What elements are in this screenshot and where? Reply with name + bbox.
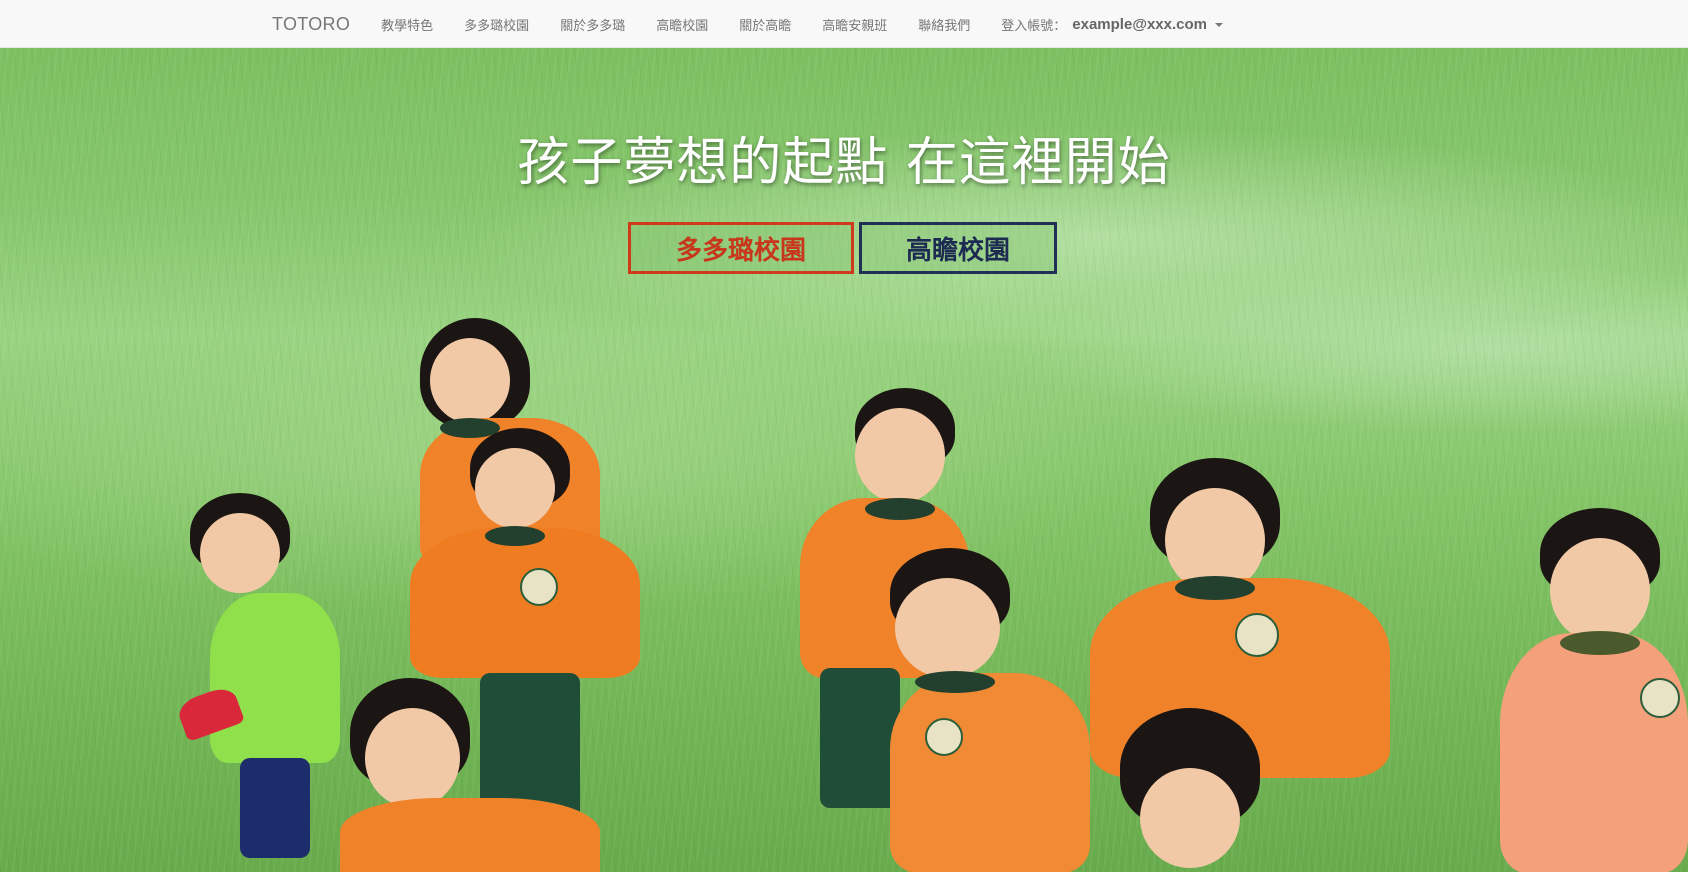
nav-item-about-gaozhan[interactable]: 關於高瞻 <box>739 15 791 34</box>
child-figure <box>1110 708 1310 872</box>
hero-banner: 孩子夢想的起點 在這裡開始 多多璐校園 高瞻校園 <box>0 48 1688 872</box>
account-label: 登入帳號： <box>1001 18 1067 34</box>
child-figure <box>1490 508 1688 872</box>
nav-item-gaozhan-afterschool[interactable]: 高瞻安親班 <box>822 15 887 34</box>
account-email: example@xxx.com <box>1072 15 1207 33</box>
gaozhan-campus-button[interactable]: 高瞻校園 <box>859 222 1057 274</box>
caret-down-icon <box>1214 23 1223 27</box>
navbar-inner: TOTORO 教學特色 多多璐校園 關於多多璐 高瞻校園 關於高瞻 高瞻安親班 … <box>272 0 1223 48</box>
child-figure <box>320 678 620 872</box>
top-navbar: TOTORO 教學特色 多多璐校園 關於多多璐 高瞻校園 關於高瞻 高瞻安親班 … <box>0 0 1688 48</box>
account-dropdown[interactable]: 登入帳號： example@xxx.com <box>1001 15 1223 34</box>
brand-logo-link[interactable]: TOTORO <box>272 14 350 35</box>
duoduolu-campus-button[interactable]: 多多璐校園 <box>628 222 854 274</box>
hero-headline: 孩子夢想的起點 在這裡開始 <box>517 133 1171 193</box>
nav-item-duoduolu-campus[interactable]: 多多璐校園 <box>464 15 529 34</box>
nav-item-about-duoduolu[interactable]: 關於多多璐 <box>560 15 625 34</box>
nav-item-contact-us[interactable]: 聯絡我們 <box>918 15 970 34</box>
nav-item-teaching-features[interactable]: 教學特色 <box>381 15 433 34</box>
nav-item-gaozhan-campus[interactable]: 高瞻校園 <box>656 15 708 34</box>
